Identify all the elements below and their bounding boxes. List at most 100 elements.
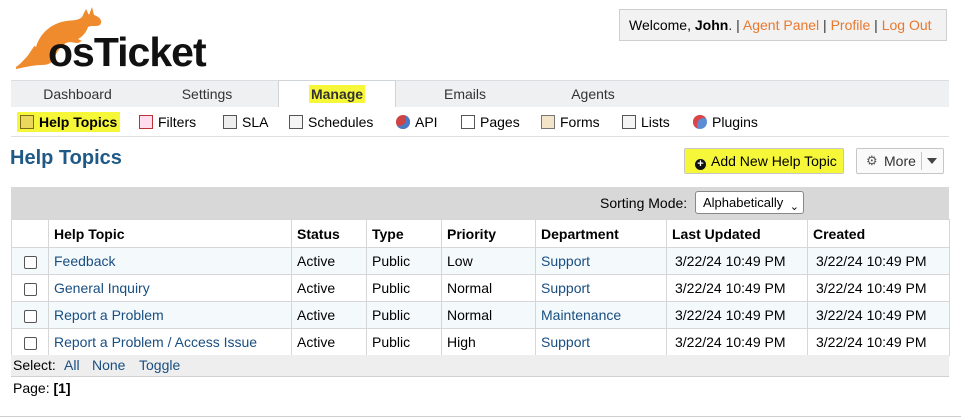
- chevron-down-icon: ⌄: [789, 201, 799, 213]
- department-link[interactable]: Support: [541, 253, 590, 269]
- select-none-link[interactable]: None: [92, 355, 125, 376]
- last-updated-cell: 3/22/24 10:49 PM: [666, 328, 808, 356]
- plugins-icon: [693, 115, 707, 129]
- department-link[interactable]: Support: [541, 334, 590, 350]
- type-cell: Public: [366, 301, 442, 329]
- page-title: Help Topics: [10, 147, 122, 169]
- agent-panel-link[interactable]: Agent Panel: [743, 17, 819, 33]
- last-updated-cell: 3/22/24 10:49 PM: [666, 301, 808, 329]
- help-topic-link[interactable]: Feedback: [54, 253, 115, 269]
- help-topic-link[interactable]: General Inquiry: [54, 280, 150, 296]
- header-priority[interactable]: Priority: [441, 219, 536, 248]
- chevron-down-icon[interactable]: [927, 158, 937, 164]
- help-topics-table: Help Topic Status Type Priority Departme…: [11, 219, 950, 356]
- sorting-mode-value: Alphabetically: [703, 195, 784, 210]
- sla-icon: [223, 115, 237, 129]
- select-all-link[interactable]: All: [64, 355, 80, 376]
- filters-icon: [139, 115, 153, 129]
- subnav-lists[interactable]: Lists: [622, 112, 670, 132]
- type-cell: Public: [366, 274, 442, 302]
- subnav-filters[interactable]: Filters: [139, 112, 196, 132]
- table-row: Report a Problem Active Public Normal Ma…: [11, 301, 950, 329]
- help-topics-icon: [20, 115, 34, 129]
- department-link[interactable]: Maintenance: [541, 307, 621, 323]
- header-status[interactable]: Status: [291, 219, 367, 248]
- current-page: [1]: [53, 380, 71, 396]
- priority-cell: Low: [441, 247, 536, 275]
- user-name: John: [694, 17, 729, 33]
- sorting-bar: Sorting Mode: Alphabetically ⌄: [11, 187, 949, 219]
- add-new-help-topic-button[interactable]: + Add New Help Topic: [684, 148, 844, 174]
- profile-link[interactable]: Profile: [831, 17, 871, 33]
- header-department[interactable]: Department: [535, 219, 667, 248]
- header-select: [11, 219, 49, 248]
- select-bar: Select: All None Toggle: [11, 355, 949, 377]
- select-toggle-link[interactable]: Toggle: [139, 355, 180, 376]
- header-created[interactable]: Created: [807, 219, 950, 248]
- subnav-help-topics[interactable]: Help Topics: [17, 112, 121, 132]
- select-label: Select:: [13, 357, 56, 373]
- status-cell: Active: [291, 301, 367, 329]
- row-checkbox[interactable]: [23, 336, 37, 350]
- type-cell: Public: [366, 328, 442, 356]
- subnav-plugins[interactable]: Plugins: [693, 112, 758, 132]
- osticket-logo[interactable]: osTicket: [8, 3, 213, 75]
- status-cell: Active: [291, 274, 367, 302]
- user-bar: Welcome, John. | Agent Panel | Profile |…: [619, 9, 947, 41]
- table-header-row: Help Topic Status Type Priority Departme…: [11, 219, 950, 248]
- header: osTicket Welcome, John. | Agent Panel | …: [0, 0, 961, 80]
- gear-icon: ⚙: [866, 153, 878, 168]
- api-icon: [396, 115, 410, 129]
- priority-cell: High: [441, 328, 536, 356]
- plus-circle-icon: +: [695, 159, 706, 170]
- created-cell: 3/22/24 10:49 PM: [807, 274, 950, 302]
- add-button-label: Add New Help Topic: [711, 153, 837, 169]
- table-row: General Inquiry Active Public Normal Sup…: [11, 274, 950, 302]
- help-topic-link[interactable]: Report a Problem / Access Issue: [54, 334, 257, 350]
- subnav-schedules[interactable]: Schedules: [289, 112, 373, 132]
- more-button[interactable]: ⚙ More: [856, 148, 944, 174]
- last-updated-cell: 3/22/24 10:49 PM: [666, 274, 808, 302]
- tab-manage[interactable]: Manage: [278, 80, 396, 108]
- sorting-mode-label: Sorting Mode:: [600, 195, 688, 211]
- priority-cell: Normal: [441, 301, 536, 329]
- tab-dashboard[interactable]: Dashboard: [11, 81, 144, 108]
- table-row: Report a Problem / Access Issue Active P…: [11, 328, 950, 356]
- created-cell: 3/22/24 10:49 PM: [807, 328, 950, 356]
- created-cell: 3/22/24 10:49 PM: [807, 301, 950, 329]
- row-checkbox[interactable]: [23, 255, 37, 269]
- more-button-label: More: [884, 153, 916, 169]
- subnav-forms[interactable]: Forms: [541, 112, 600, 132]
- header-last-updated[interactable]: Last Updated: [666, 219, 808, 248]
- header-help-topic[interactable]: Help Topic: [48, 219, 292, 248]
- page-label: Page:: [13, 380, 50, 396]
- status-cell: Active: [291, 328, 367, 356]
- sub-nav: Help Topics Filters SLA Schedules API Pa…: [11, 107, 949, 137]
- row-checkbox[interactable]: [23, 282, 37, 296]
- priority-cell: Normal: [441, 274, 536, 302]
- table-row: Feedback Active Public Low Support 3/22/…: [11, 247, 950, 275]
- pagination: Page: [1]: [13, 380, 71, 396]
- footer-divider: [0, 416, 961, 417]
- tab-settings[interactable]: Settings: [145, 81, 269, 108]
- schedules-icon: [289, 115, 303, 129]
- subnav-sla[interactable]: SLA: [223, 112, 268, 132]
- header-type[interactable]: Type: [366, 219, 442, 248]
- forms-icon: [541, 115, 555, 129]
- last-updated-cell: 3/22/24 10:49 PM: [666, 247, 808, 275]
- created-cell: 3/22/24 10:49 PM: [807, 247, 950, 275]
- subnav-pages[interactable]: Pages: [461, 112, 520, 132]
- welcome-text: Welcome,: [629, 17, 695, 33]
- tab-emails[interactable]: Emails: [403, 81, 527, 108]
- logout-link[interactable]: Log Out: [882, 17, 932, 33]
- lists-icon: [622, 115, 636, 129]
- help-topic-link[interactable]: Report a Problem: [54, 307, 164, 323]
- tab-agents[interactable]: Agents: [531, 81, 655, 108]
- department-link[interactable]: Support: [541, 280, 590, 296]
- subnav-api[interactable]: API: [396, 112, 438, 132]
- logo-text: osTicket: [48, 29, 207, 75]
- status-cell: Active: [291, 247, 367, 275]
- row-checkbox[interactable]: [23, 309, 37, 323]
- pages-icon: [461, 115, 475, 129]
- sorting-mode-select[interactable]: Alphabetically ⌄: [695, 191, 804, 214]
